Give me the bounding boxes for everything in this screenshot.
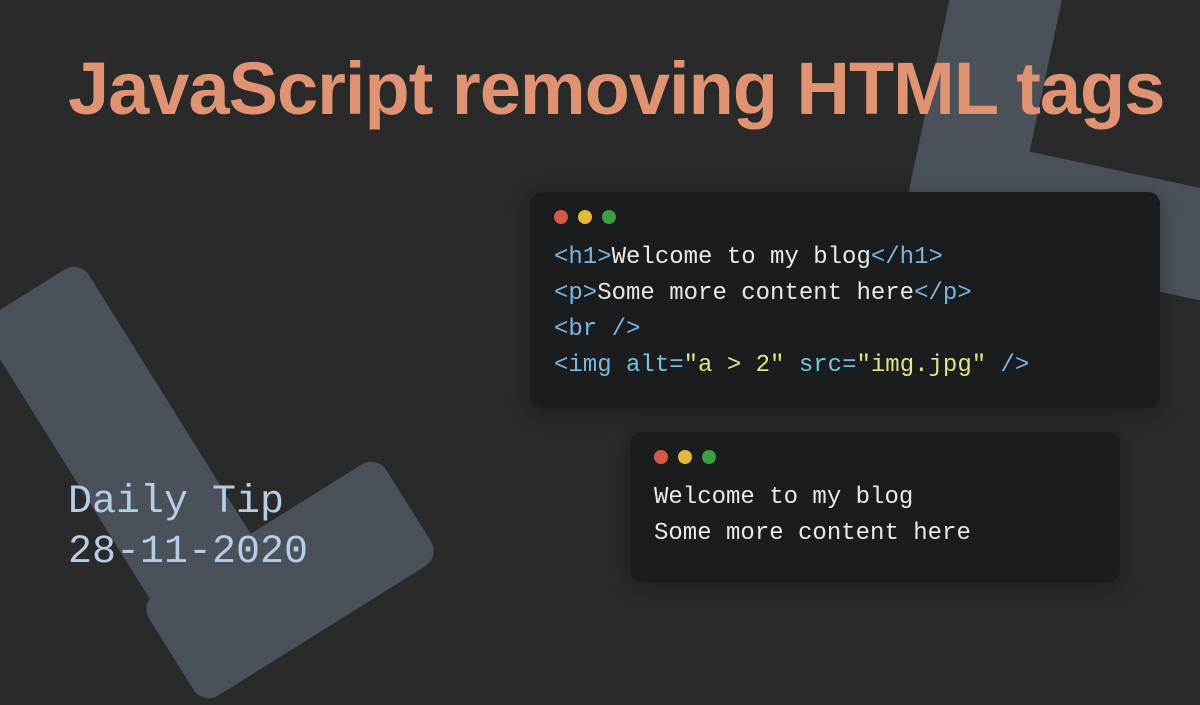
page-title: JavaScript removing HTML tags: [68, 48, 1164, 129]
code-window-output: Welcome to my blog Some more content her…: [630, 432, 1120, 582]
traffic-lights: [554, 210, 1136, 224]
code-window-input: <h1>Welcome to my blog</h1> <p>Some more…: [530, 192, 1160, 408]
close-icon: [654, 450, 668, 464]
maximize-icon: [702, 450, 716, 464]
minimize-icon: [678, 450, 692, 464]
subtitle-label: Daily Tip: [68, 478, 308, 528]
maximize-icon: [602, 210, 616, 224]
traffic-lights: [654, 450, 1096, 464]
close-icon: [554, 210, 568, 224]
minimize-icon: [578, 210, 592, 224]
code-output-content: Welcome to my blog Some more content her…: [654, 480, 1096, 552]
subtitle-date: 28-11-2020: [68, 528, 308, 578]
subtitle: Daily Tip 28-11-2020: [68, 478, 308, 578]
code-input-content: <h1>Welcome to my blog</h1> <p>Some more…: [554, 240, 1136, 384]
